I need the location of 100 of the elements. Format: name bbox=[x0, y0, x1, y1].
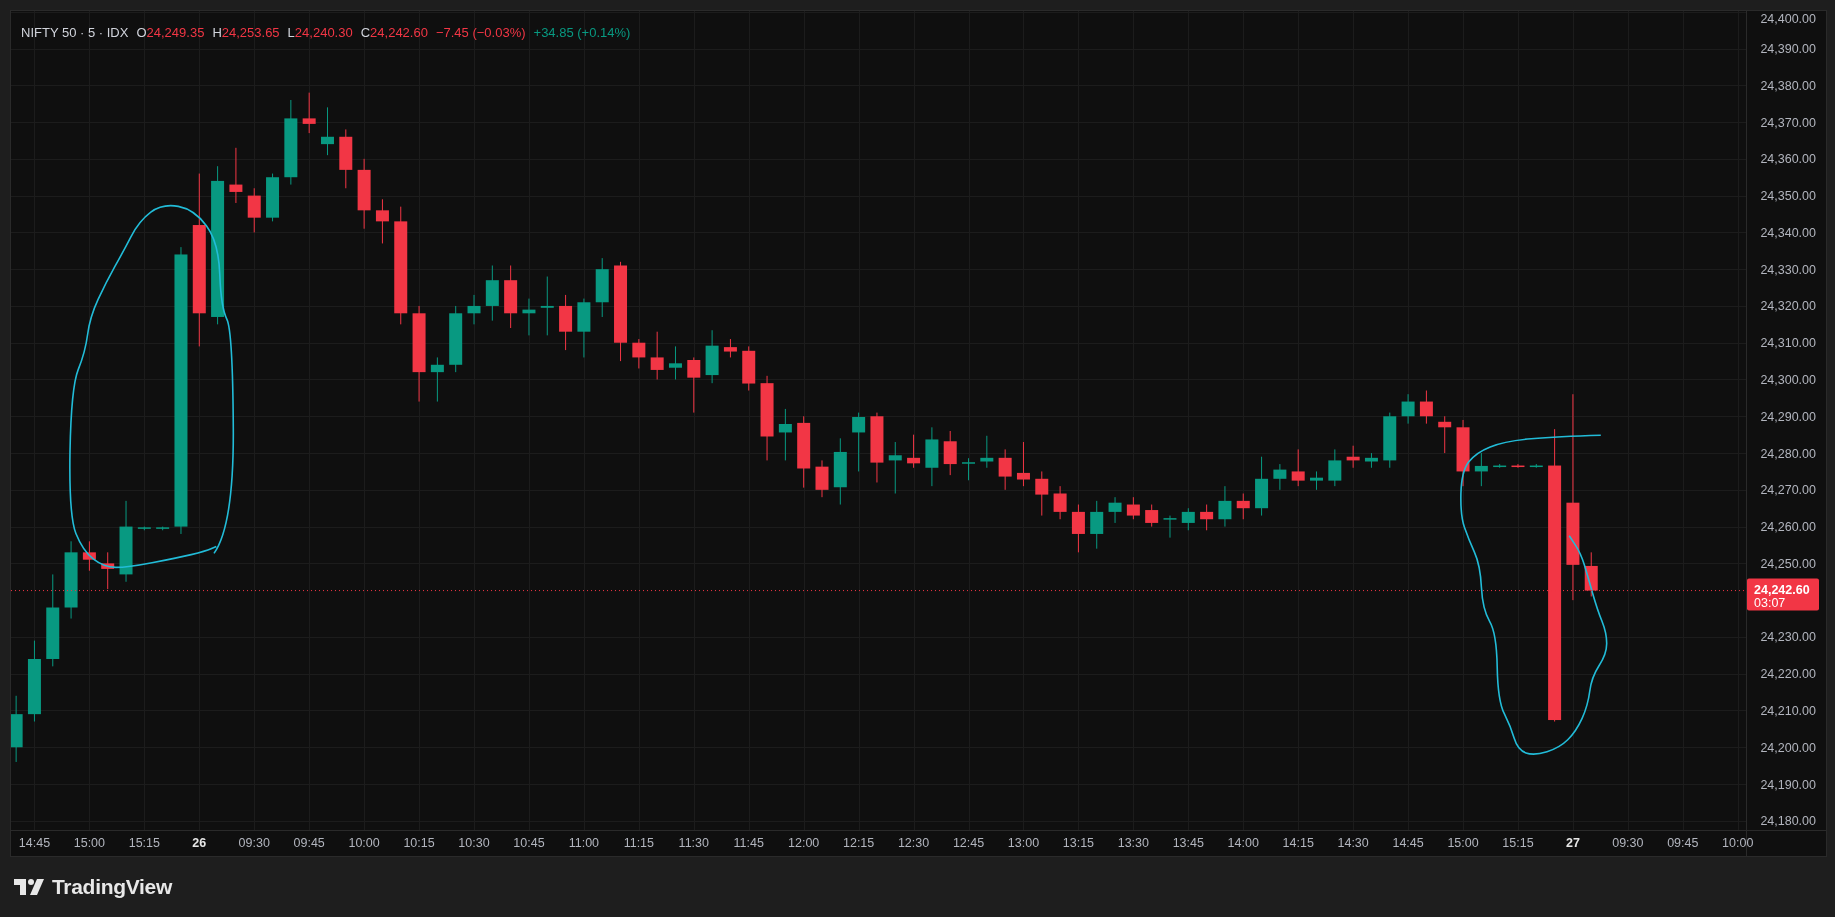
candlestick bbox=[1511, 464, 1525, 468]
time-label: 14:15 bbox=[1282, 836, 1314, 850]
price-label: 24,190.00 bbox=[1760, 777, 1816, 792]
time-label: 09:30 bbox=[1612, 836, 1644, 850]
time-label: 10:00 bbox=[348, 836, 380, 850]
candlestick bbox=[595, 258, 609, 317]
candlestick bbox=[430, 357, 444, 402]
symbol-name: NIFTY 50 · 5 · IDX bbox=[21, 24, 129, 42]
candlestick bbox=[870, 412, 884, 483]
candlestick bbox=[669, 346, 682, 380]
candlestick bbox=[943, 431, 957, 476]
time-label: 10:00 bbox=[1722, 836, 1754, 850]
time-label: 10:45 bbox=[513, 836, 545, 850]
price-label: 24,180.00 bbox=[1760, 814, 1816, 829]
candlestick bbox=[449, 305, 463, 373]
price-label: 24,350.00 bbox=[1760, 189, 1816, 204]
time-label: 27 bbox=[1565, 836, 1580, 850]
candlestick bbox=[1346, 445, 1360, 468]
time-label: 11:45 bbox=[733, 836, 764, 850]
time-label: 09:30 bbox=[238, 836, 270, 850]
candlestick bbox=[321, 107, 334, 156]
candlestick bbox=[559, 294, 573, 351]
candlestick bbox=[980, 435, 994, 468]
candlestick bbox=[375, 199, 389, 244]
price-label: 24,330.00 bbox=[1760, 262, 1816, 277]
candlestick bbox=[1218, 486, 1232, 527]
time-label: 26 bbox=[192, 836, 207, 850]
price-label: 24,250.00 bbox=[1760, 556, 1816, 571]
candlestick bbox=[797, 416, 811, 488]
price-label: 24,310.00 bbox=[1760, 336, 1816, 351]
time-label: 10:15 bbox=[403, 836, 435, 850]
candlestick bbox=[1584, 552, 1598, 597]
candlestick bbox=[1255, 456, 1269, 516]
candlestick bbox=[650, 331, 664, 380]
time-label: 14:45 bbox=[18, 836, 51, 850]
price-tag bbox=[1747, 578, 1819, 611]
logo-icon bbox=[14, 879, 44, 895]
candlestick bbox=[852, 412, 866, 472]
candlestick bbox=[742, 346, 756, 391]
candlestick bbox=[907, 434, 921, 468]
candlestick bbox=[1401, 394, 1415, 424]
candlestick bbox=[1328, 449, 1342, 487]
price-change: −7.45 (−0.03%) bbox=[435, 24, 526, 42]
price-label: 24,270.00 bbox=[1760, 483, 1816, 498]
price-label: 24,280.00 bbox=[1760, 446, 1816, 461]
time-label: 11:00 bbox=[568, 836, 600, 850]
time-label: 14:00 bbox=[1227, 836, 1259, 850]
candlestick bbox=[1053, 486, 1067, 520]
candlestick bbox=[1364, 453, 1378, 468]
candlestick bbox=[833, 438, 847, 505]
candlestick bbox=[504, 265, 518, 328]
candlestick bbox=[1090, 500, 1104, 549]
candlestick bbox=[888, 442, 902, 494]
price-change: +34.85 (+0.14%) bbox=[533, 24, 631, 42]
candlestick bbox=[723, 339, 737, 358]
candlestick bbox=[687, 357, 701, 413]
candlestick bbox=[1016, 442, 1030, 487]
price-label: 24,260.00 bbox=[1760, 520, 1816, 535]
time-label: 14:30 bbox=[1337, 836, 1369, 850]
candlestick bbox=[467, 294, 481, 325]
time-label: 12:30 bbox=[897, 836, 930, 850]
candlestick bbox=[815, 460, 829, 498]
time-label: 11:15 bbox=[623, 836, 655, 850]
candlestick bbox=[1181, 508, 1195, 531]
candlestick bbox=[357, 158, 371, 229]
ohlc-value: 24,240.30 bbox=[294, 24, 353, 42]
candlestick bbox=[962, 458, 975, 481]
ohlc-label: L bbox=[287, 24, 295, 42]
ohlc-value: 24,249.35 bbox=[146, 24, 205, 42]
price-label: 24,360.00 bbox=[1760, 152, 1816, 167]
time-label: 15:15 bbox=[1502, 836, 1534, 850]
time-label: 10:30 bbox=[458, 836, 490, 850]
candlestick bbox=[1419, 390, 1433, 424]
candlestick bbox=[1035, 471, 1049, 516]
price-label: 24,300.00 bbox=[1760, 373, 1816, 387]
time-label: 14:45 bbox=[1392, 836, 1424, 850]
candlestick bbox=[302, 92, 316, 134]
time-label: 13:15 bbox=[1062, 836, 1095, 850]
candlestick bbox=[1383, 412, 1397, 468]
price-label: 24,290.00 bbox=[1760, 409, 1816, 424]
candlestick bbox=[485, 265, 499, 321]
ohlc-value: 24,253.65 bbox=[221, 24, 280, 42]
candlestick bbox=[339, 129, 353, 189]
time-label: 15:00 bbox=[1447, 836, 1479, 850]
candlestick bbox=[1108, 497, 1122, 523]
time-label: 15:00 bbox=[73, 836, 106, 850]
candlestick bbox=[247, 188, 261, 233]
candlestick bbox=[540, 276, 554, 336]
time-label: 13:00 bbox=[1007, 836, 1040, 850]
price-label: 24,390.00 bbox=[1760, 42, 1816, 56]
time-label: 15:15 bbox=[128, 836, 160, 850]
time-label: 11:30 bbox=[678, 836, 709, 850]
price-label: 24,370.00 bbox=[1760, 115, 1816, 130]
price-label: 24,320.00 bbox=[1760, 299, 1816, 314]
candlestick bbox=[82, 541, 96, 571]
candlestick bbox=[1236, 493, 1250, 520]
candlestick bbox=[229, 147, 243, 203]
time-label: 13:45 bbox=[1172, 836, 1204, 850]
candlestick bbox=[1474, 453, 1488, 487]
time-label: 12:00 bbox=[788, 836, 820, 850]
